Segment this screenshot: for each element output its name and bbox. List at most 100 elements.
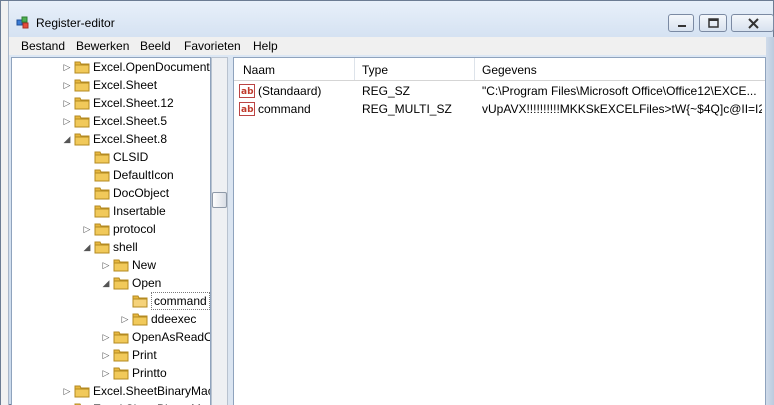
folder-icon — [94, 169, 110, 182]
menu-bewerken[interactable]: Bewerken — [76, 39, 129, 53]
column-divider[interactable] — [354, 58, 355, 80]
column-header-type[interactable]: Type — [362, 63, 388, 77]
value-data: vUpAVX!!!!!!!!!!MKKSkEXCELFiles>tW{~$4Q]… — [482, 102, 762, 116]
tree-node-label: CLSID — [113, 150, 149, 164]
registry-app-icon — [16, 16, 29, 29]
tree-node[interactable]: ▷ Printto — [12, 364, 210, 382]
folder-icon — [132, 313, 148, 326]
expand-arrow-icon[interactable]: ▷ — [82, 223, 92, 235]
tree-node[interactable]: ▷ ddeexec — [12, 310, 210, 328]
tree-node-label: Print — [132, 348, 157, 362]
folder-icon — [74, 403, 82, 405]
expand-arrow-icon[interactable]: ▷ — [101, 349, 111, 361]
collapse-arrow-icon[interactable]: ◢ — [101, 277, 111, 289]
expand-arrow-icon[interactable]: ▷ — [101, 331, 111, 343]
tree-node-label: Printto — [132, 366, 167, 380]
tree-node[interactable]: ▷Excel.SheetBinaryMa — [12, 400, 210, 405]
value-type: REG_SZ — [362, 84, 411, 98]
tree-node-label: protocol — [113, 222, 156, 236]
expand-arrow-icon[interactable]: ▷ — [62, 115, 72, 127]
expand-arrow-icon[interactable]: ▷ — [101, 367, 111, 379]
tree-node-label: ddeexec — [151, 312, 197, 326]
expand-arrow-icon[interactable]: ▷ — [101, 259, 111, 271]
folder-icon — [132, 295, 148, 308]
folder-icon — [74, 115, 90, 128]
folder-icon — [113, 349, 129, 362]
tree-node[interactable]: ▷ protocol — [12, 220, 210, 238]
tree-node[interactable]: Insertable — [12, 202, 210, 220]
expand-arrow-icon[interactable]: ▷ — [62, 97, 72, 109]
folder-icon — [74, 133, 90, 146]
menu-favorieten[interactable]: Favorieten — [184, 39, 241, 53]
values-list[interactable]: Naam Type Gegevens ab (Standaard) REG_SZ… — [233, 57, 766, 405]
expand-arrow-icon[interactable] — [82, 205, 92, 217]
svg-text:ab: ab — [241, 105, 254, 115]
tree-node[interactable]: DefaultIcon — [12, 166, 210, 184]
folder-icon — [74, 385, 90, 398]
svg-text:ab: ab — [241, 87, 254, 97]
minimize-button[interactable] — [668, 14, 694, 32]
tree-node[interactable]: ▷ New — [12, 256, 210, 274]
tree-node[interactable]: DocObject — [12, 184, 210, 202]
expand-arrow-icon[interactable]: ▷ — [62, 79, 72, 91]
folder-icon — [94, 205, 110, 218]
tree-node[interactable]: ▷ Excel.Sheet — [12, 76, 210, 94]
tree-node-label: DocObject — [113, 186, 170, 200]
tree-node[interactable]: ◢ Open — [12, 274, 210, 292]
expand-arrow-icon[interactable] — [82, 151, 92, 163]
folder-icon — [113, 331, 129, 344]
expand-arrow-icon[interactable]: ▷ — [62, 61, 72, 73]
tree-node[interactable]: ▷ Excel.SheetBinaryMac — [12, 382, 210, 400]
left-edge-strip — [1, 1, 9, 405]
menu-beeld[interactable]: Beeld — [140, 39, 171, 53]
folder-icon — [94, 241, 110, 254]
tree-node[interactable]: ◢ Excel.Sheet.8 — [12, 130, 210, 148]
menu-bestand[interactable]: Bestand — [21, 39, 65, 53]
tree-node[interactable]: ◢ shell — [12, 238, 210, 256]
column-header-name[interactable]: Naam — [243, 63, 275, 77]
maximize-button[interactable] — [699, 14, 727, 32]
tree-node-label: DefaultIcon — [113, 168, 174, 182]
expand-arrow-icon[interactable] — [120, 295, 130, 307]
expand-arrow-icon[interactable]: ▷ — [120, 313, 130, 325]
tree-node[interactable]: ▷ Print — [12, 346, 210, 364]
tree-node[interactable]: CLSID — [12, 148, 210, 166]
title-bar[interactable]: Register-editor — [9, 1, 774, 37]
close-button[interactable] — [731, 14, 774, 32]
window-title: Register-editor — [36, 16, 115, 30]
folder-icon — [74, 97, 90, 110]
column-divider[interactable] — [474, 58, 475, 80]
tree-node[interactable]: ▷ Excel.OpenDocument — [12, 58, 210, 76]
tree-node-label: shell — [113, 240, 138, 254]
column-header-data[interactable]: Gegevens — [482, 63, 537, 77]
expand-arrow-icon[interactable]: ▷ — [62, 385, 72, 397]
registry-tree[interactable]: ▷ Excel.OpenDocument ▷ Excel.Sheet ▷ Excel.Sh… — [11, 57, 211, 405]
tree-node-label: OpenAsReadO — [132, 330, 211, 344]
window-right-border — [766, 37, 774, 405]
tree-node[interactable]: ▷ OpenAsReadO — [12, 328, 210, 346]
scrollbar-thumb[interactable] — [212, 192, 227, 208]
tree-vertical-scrollbar[interactable] — [211, 57, 228, 405]
expand-arrow-icon[interactable] — [82, 187, 92, 199]
tree-node-label: Excel.Sheet — [93, 78, 158, 92]
menu-help[interactable]: Help — [253, 39, 278, 53]
tree-node[interactable]: ▷ Excel.Sheet.12 — [12, 94, 210, 112]
folder-icon — [74, 79, 90, 92]
folder-icon — [113, 259, 129, 272]
folder-icon — [94, 187, 110, 200]
list-row[interactable]: ab command REG_MULTI_SZ vUpAVX!!!!!!!!!!… — [234, 100, 765, 118]
list-row[interactable]: ab (Standaard) REG_SZ "C:\Program Files\… — [234, 82, 765, 100]
collapse-arrow-icon[interactable]: ◢ — [82, 241, 92, 253]
menu-bar: Bestand Bewerken Beeld Favorieten Help — [9, 37, 772, 55]
folder-icon — [113, 367, 129, 380]
tree-node-label: Excel.Sheet.12 — [93, 96, 174, 110]
expand-arrow-icon[interactable] — [82, 169, 92, 181]
tree-node-label: Excel.Sheet.5 — [93, 114, 168, 128]
folder-icon — [94, 151, 110, 164]
folder-icon — [94, 223, 110, 236]
close-icon — [748, 18, 759, 29]
tree-node[interactable]: ▷ Excel.Sheet.5 — [12, 112, 210, 130]
collapse-arrow-icon[interactable]: ◢ — [62, 133, 72, 145]
tree-node[interactable]: command — [12, 292, 210, 310]
value-name: (Standaard) — [258, 84, 322, 98]
